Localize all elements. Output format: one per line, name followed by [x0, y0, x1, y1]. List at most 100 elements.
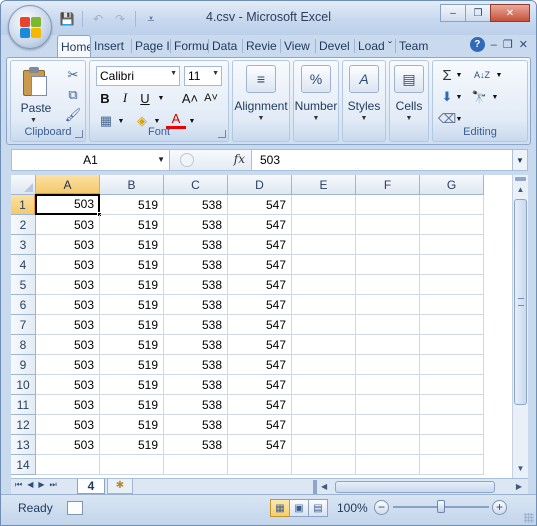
styles-group[interactable]: A Styles ▼: [342, 60, 386, 142]
grid-cell[interactable]: 547: [228, 215, 292, 235]
tab-page-layout[interactable]: Page I: [132, 35, 170, 57]
grid-cell[interactable]: 503: [36, 275, 100, 295]
row-header[interactable]: 5: [11, 275, 36, 295]
paste-dropdown-icon[interactable]: ▼: [30, 117, 37, 124]
grid-cell[interactable]: [292, 395, 356, 415]
grid-cell[interactable]: 538: [164, 435, 228, 455]
grid-cell[interactable]: 519: [100, 255, 164, 275]
grid-cell[interactable]: [292, 295, 356, 315]
vertical-scrollbar[interactable]: ▲ ▼: [512, 175, 528, 478]
grid-cell[interactable]: [356, 275, 420, 295]
tab-home[interactable]: Home: [57, 35, 91, 57]
grid-cell[interactable]: [420, 215, 484, 235]
find-dropdown-icon[interactable]: ▼: [491, 87, 499, 107]
grid-cell[interactable]: [36, 455, 100, 475]
tab-developer[interactable]: Devel: [316, 35, 354, 57]
column-header-f[interactable]: F: [356, 175, 420, 195]
alignment-group[interactable]: ≡ Alignment ▼: [232, 60, 290, 142]
horizontal-scrollbar[interactable]: ◀ ▶: [313, 480, 526, 494]
ribbon-restore-button[interactable]: ❐: [503, 38, 513, 51]
grid-cell[interactable]: 503: [36, 335, 100, 355]
scroll-right-icon[interactable]: ▶: [516, 480, 522, 494]
grid-cell[interactable]: [356, 355, 420, 375]
grid-cell[interactable]: 503: [36, 295, 100, 315]
grid-cell[interactable]: 519: [100, 355, 164, 375]
shrink-font-button[interactable]: A˅: [201, 88, 221, 108]
scroll-down-icon[interactable]: ▼: [513, 462, 528, 476]
grid-cell[interactable]: [356, 315, 420, 335]
grid-cell[interactable]: [420, 415, 484, 435]
grid-cell[interactable]: [100, 455, 164, 475]
tab-view[interactable]: View: [281, 35, 315, 57]
grid-cell[interactable]: [356, 435, 420, 455]
grid-cell[interactable]: [356, 235, 420, 255]
grid-cell[interactable]: [292, 355, 356, 375]
cut-icon[interactable]: ✂: [65, 67, 81, 83]
grid-cell[interactable]: [420, 295, 484, 315]
grid-cell[interactable]: [420, 335, 484, 355]
cells-group[interactable]: ▤ Cells ▼: [389, 60, 429, 142]
column-header-e[interactable]: E: [292, 175, 356, 195]
grid-cell[interactable]: 519: [100, 235, 164, 255]
ribbon-close-button[interactable]: ✕: [519, 38, 528, 51]
last-sheet-icon[interactable]: ⏭: [50, 480, 57, 490]
fill-dropdown-icon[interactable]: ▼: [455, 87, 463, 107]
grid-cell[interactable]: [420, 395, 484, 415]
grid-cell[interactable]: 538: [164, 415, 228, 435]
grid-cell[interactable]: 503: [36, 375, 100, 395]
grid-cell[interactable]: 547: [228, 415, 292, 435]
grid-cell[interactable]: [292, 215, 356, 235]
grid-cell[interactable]: [292, 335, 356, 355]
column-header-g[interactable]: G: [420, 175, 484, 195]
grid-cell[interactable]: 538: [164, 235, 228, 255]
zoom-out-button[interactable]: −: [374, 500, 389, 515]
grid-cell[interactable]: 519: [100, 415, 164, 435]
sort-dropdown-icon[interactable]: ▼: [495, 65, 503, 85]
prev-sheet-icon[interactable]: ◀: [27, 480, 33, 490]
grid-cell[interactable]: [356, 295, 420, 315]
grid-cell[interactable]: [420, 315, 484, 335]
scroll-up-icon[interactable]: ▲: [513, 183, 528, 197]
grid-cell[interactable]: [292, 235, 356, 255]
grid-cell[interactable]: 547: [228, 255, 292, 275]
grid-cell[interactable]: 519: [100, 435, 164, 455]
grid-cell[interactable]: 538: [164, 195, 228, 215]
column-header-b[interactable]: B: [100, 175, 164, 195]
office-button[interactable]: [8, 5, 52, 49]
ribbon-minimize-button[interactable]: –: [491, 39, 497, 51]
record-macro-icon[interactable]: [67, 501, 83, 515]
row-header[interactable]: 6: [11, 295, 36, 315]
name-box[interactable]: A1 ▼: [12, 150, 170, 170]
tab-split-handle[interactable]: [313, 480, 317, 494]
paste-icon[interactable]: [23, 66, 49, 96]
formula-divider-handle[interactable]: [180, 153, 194, 167]
grid-cell[interactable]: 547: [228, 295, 292, 315]
grid-cell[interactable]: 503: [36, 435, 100, 455]
grid-cell[interactable]: 519: [100, 195, 164, 215]
tab-formulas[interactable]: Formu: [171, 35, 208, 57]
grid-cell[interactable]: 503: [36, 395, 100, 415]
grid-cell[interactable]: 538: [164, 395, 228, 415]
tab-team[interactable]: Team: [396, 35, 432, 57]
underline-button[interactable]: U: [136, 88, 154, 108]
font-size-combo[interactable]: 11 ▼: [184, 66, 222, 86]
row-header[interactable]: 7: [11, 315, 36, 335]
zoom-slider-thumb[interactable]: [437, 500, 445, 513]
row-header[interactable]: 10: [11, 375, 36, 395]
grid-cell[interactable]: 547: [228, 315, 292, 335]
normal-view-button[interactable]: ▦: [270, 499, 290, 517]
grid-cell[interactable]: 503: [36, 415, 100, 435]
grid-cell[interactable]: 547: [228, 235, 292, 255]
insert-function-button[interactable]: fx: [234, 152, 245, 166]
grid-cell[interactable]: 503: [36, 355, 100, 375]
grid-cell[interactable]: [356, 375, 420, 395]
find-select-icon[interactable]: 🔭: [469, 87, 489, 107]
grid-cell[interactable]: 538: [164, 255, 228, 275]
grid-cell[interactable]: [356, 415, 420, 435]
grid-cell[interactable]: [292, 275, 356, 295]
bold-button[interactable]: B: [96, 88, 114, 108]
font-name-combo[interactable]: Calibri ▼: [96, 66, 180, 86]
grid-cell[interactable]: 503: [36, 215, 100, 235]
grid-cell[interactable]: [420, 195, 484, 215]
row-header[interactable]: 9: [11, 355, 36, 375]
